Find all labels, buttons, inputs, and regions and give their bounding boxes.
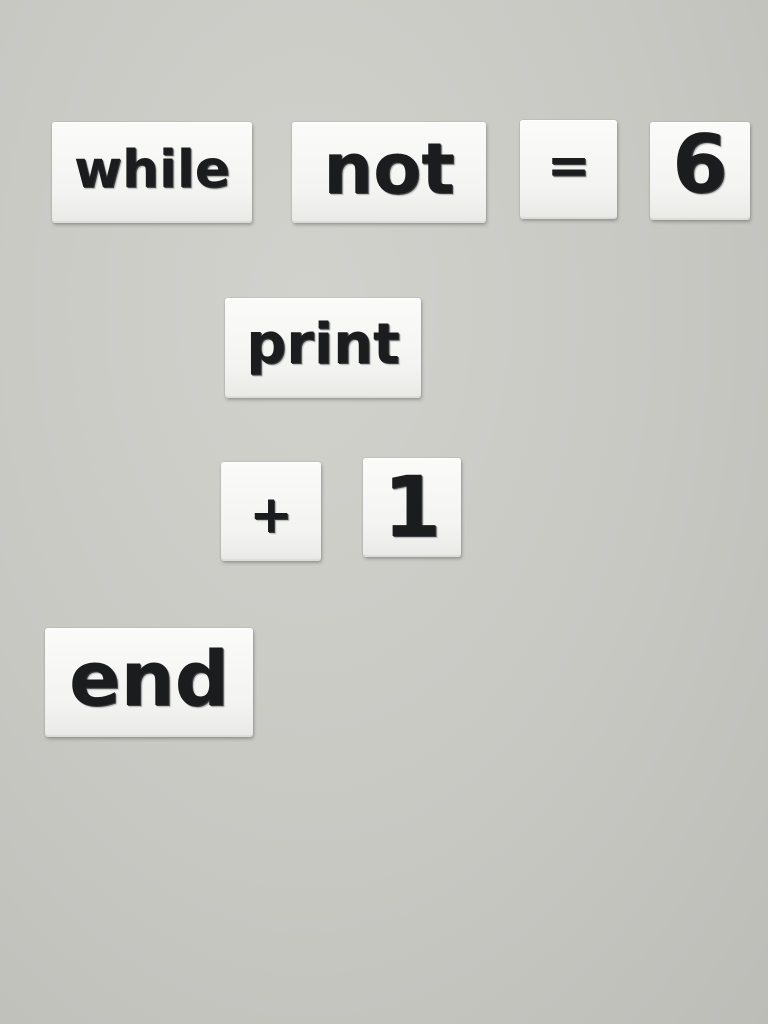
- tile-one: 1: [363, 458, 461, 557]
- tile-while: while: [52, 122, 252, 223]
- tile-six: 6: [650, 122, 750, 220]
- tile-end-label: end: [68, 633, 230, 723]
- tile-plus: +: [221, 462, 321, 561]
- tile-plus-label: +: [249, 484, 293, 545]
- tile-print-label: print: [246, 312, 400, 377]
- tile-equals-label: =: [546, 135, 591, 196]
- tile-not: not: [292, 122, 486, 223]
- tile-end: end: [45, 628, 253, 737]
- tile-print: print: [225, 298, 421, 398]
- tile-six-label: 6: [672, 118, 728, 211]
- gray-surface: while not = 6 print + 1 end: [0, 0, 768, 1024]
- tile-not-label: not: [323, 127, 455, 210]
- tile-while-label: while: [74, 139, 230, 200]
- tile-equals: =: [520, 120, 617, 219]
- tile-one-label: 1: [382, 457, 442, 556]
